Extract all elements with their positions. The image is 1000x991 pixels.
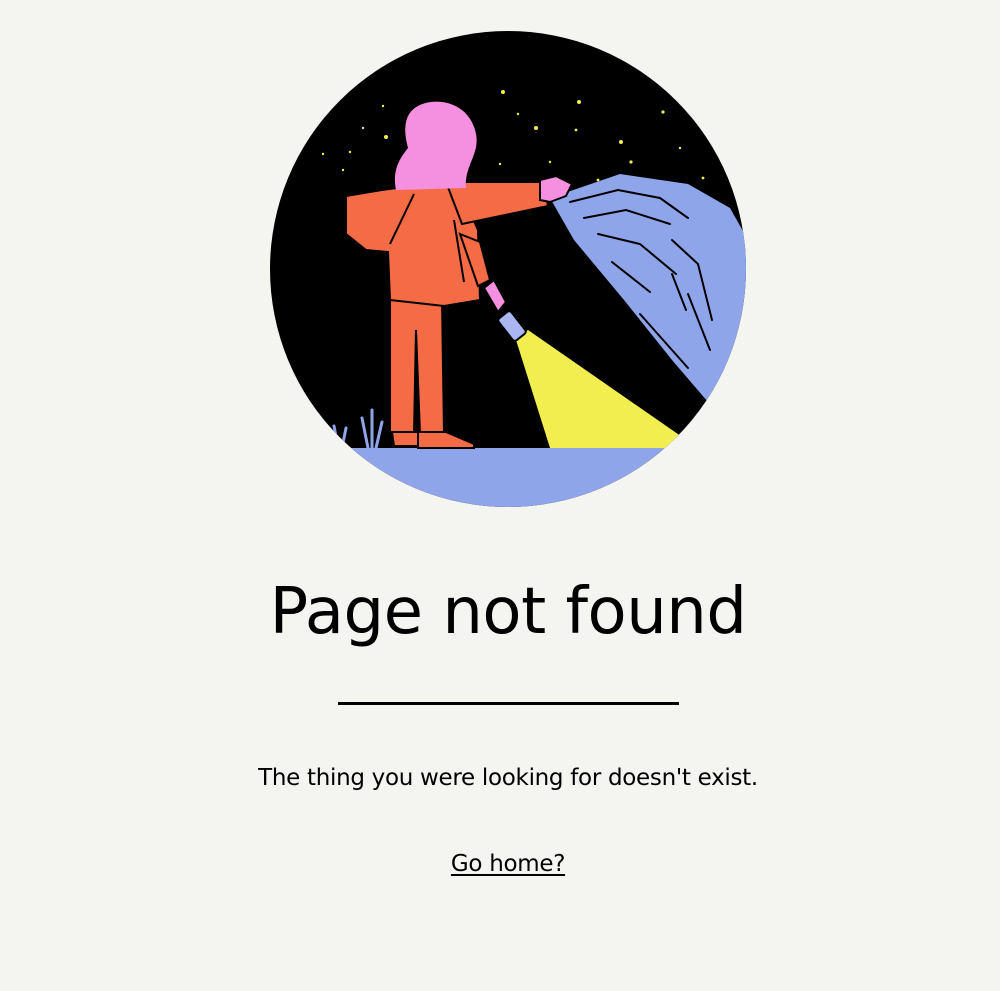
- home-link-container: Go home?: [0, 848, 1000, 880]
- title-divider: [338, 702, 679, 705]
- page-title: Page not found: [269, 575, 747, 649]
- error-message: The thing you were looking for doesn't e…: [258, 765, 758, 791]
- person-with-flashlight-illustration: [268, 30, 748, 508]
- go-home-link[interactable]: Go home?: [451, 851, 566, 877]
- not-found-page: Page not found The thing you were lookin…: [0, 0, 1000, 991]
